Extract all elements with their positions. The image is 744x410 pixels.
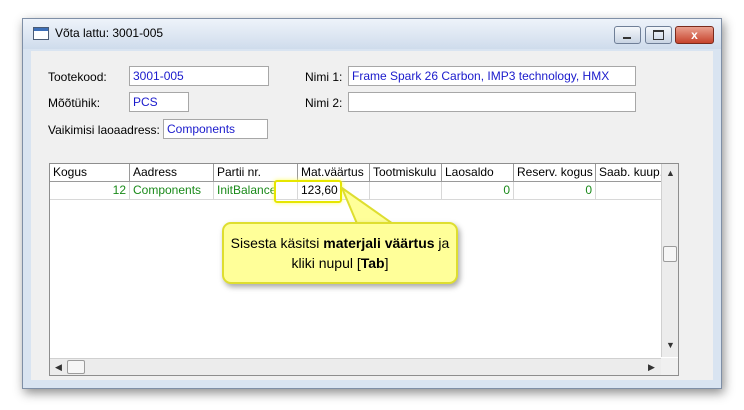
vaikimisi-laoaadress-field[interactable]: Components (163, 119, 268, 139)
minimize-icon (623, 37, 631, 39)
callout-bold-materjali-vaartus: materjali väärtus (323, 235, 435, 251)
nimi1-field[interactable]: Frame Spark 26 Carbon, IMP3 technology, … (348, 66, 636, 86)
cell-kogus[interactable]: 12 (50, 182, 130, 200)
column-header-aadress[interactable]: Aadress (130, 164, 214, 182)
title-bar[interactable]: Võta lattu: 3001-005 x (23, 19, 721, 49)
column-header-laosaldo[interactable]: Laosaldo (442, 164, 514, 182)
cell-laosaldo[interactable]: 0 (442, 182, 514, 200)
callout-text-1: Sisesta käsitsi (230, 235, 324, 251)
mat-vaartus-highlight (274, 180, 342, 203)
close-icon: x (691, 28, 698, 42)
cell-reserv-kogus[interactable]: 0 (514, 182, 596, 200)
minimize-button[interactable] (614, 26, 641, 44)
column-header-tootmiskulu[interactable]: Tootmiskulu (370, 164, 442, 182)
tootekood-field[interactable]: 3001-005 (129, 66, 269, 86)
horizontal-scrollbar[interactable]: ◀ ▶ (50, 358, 661, 375)
cell-aadress[interactable]: Components (130, 182, 214, 200)
close-button[interactable]: x (675, 26, 714, 44)
nimi2-field[interactable] (348, 92, 636, 112)
callout-pointer-shape (340, 186, 400, 227)
maximize-icon (653, 30, 664, 40)
horizontal-scroll-thumb[interactable] (67, 360, 85, 374)
mootuhik-label: Mõõtühik: (48, 96, 101, 110)
callout-bold-tab: Tab (360, 255, 385, 271)
scrollbar-corner (661, 358, 678, 375)
vertical-scroll-thumb[interactable] (663, 246, 677, 262)
nimi2-label: Nimi 2: (305, 96, 343, 110)
instruction-callout: Sisesta käsitsi materjali väärtus ja kli… (222, 222, 458, 284)
mootuhik-field[interactable]: PCS (129, 92, 189, 112)
maximize-button[interactable] (645, 26, 672, 44)
tootekood-label: Tootekood: (48, 70, 107, 84)
window-title: Võta lattu: 3001-005 (55, 26, 164, 40)
column-header-kogus[interactable]: Kogus (50, 164, 130, 182)
scroll-down-arrow-icon[interactable]: ▼ (666, 340, 675, 350)
scroll-up-arrow-icon[interactable]: ▲ (666, 168, 675, 178)
vertical-scrollbar[interactable]: ▲ ▼ (661, 164, 678, 357)
scroll-left-arrow-icon[interactable]: ◀ (55, 362, 62, 373)
vaikimisi-laoaadress-label: Vaikimisi laoaadress: (48, 123, 160, 137)
callout-text-3: ] (384, 255, 389, 271)
window-app-icon (33, 27, 49, 40)
nimi1-label: Nimi 1: (305, 70, 343, 84)
column-header-reserv-kogus[interactable]: Reserv. kogus (514, 164, 596, 182)
scroll-right-arrow-icon[interactable]: ▶ (648, 362, 655, 373)
